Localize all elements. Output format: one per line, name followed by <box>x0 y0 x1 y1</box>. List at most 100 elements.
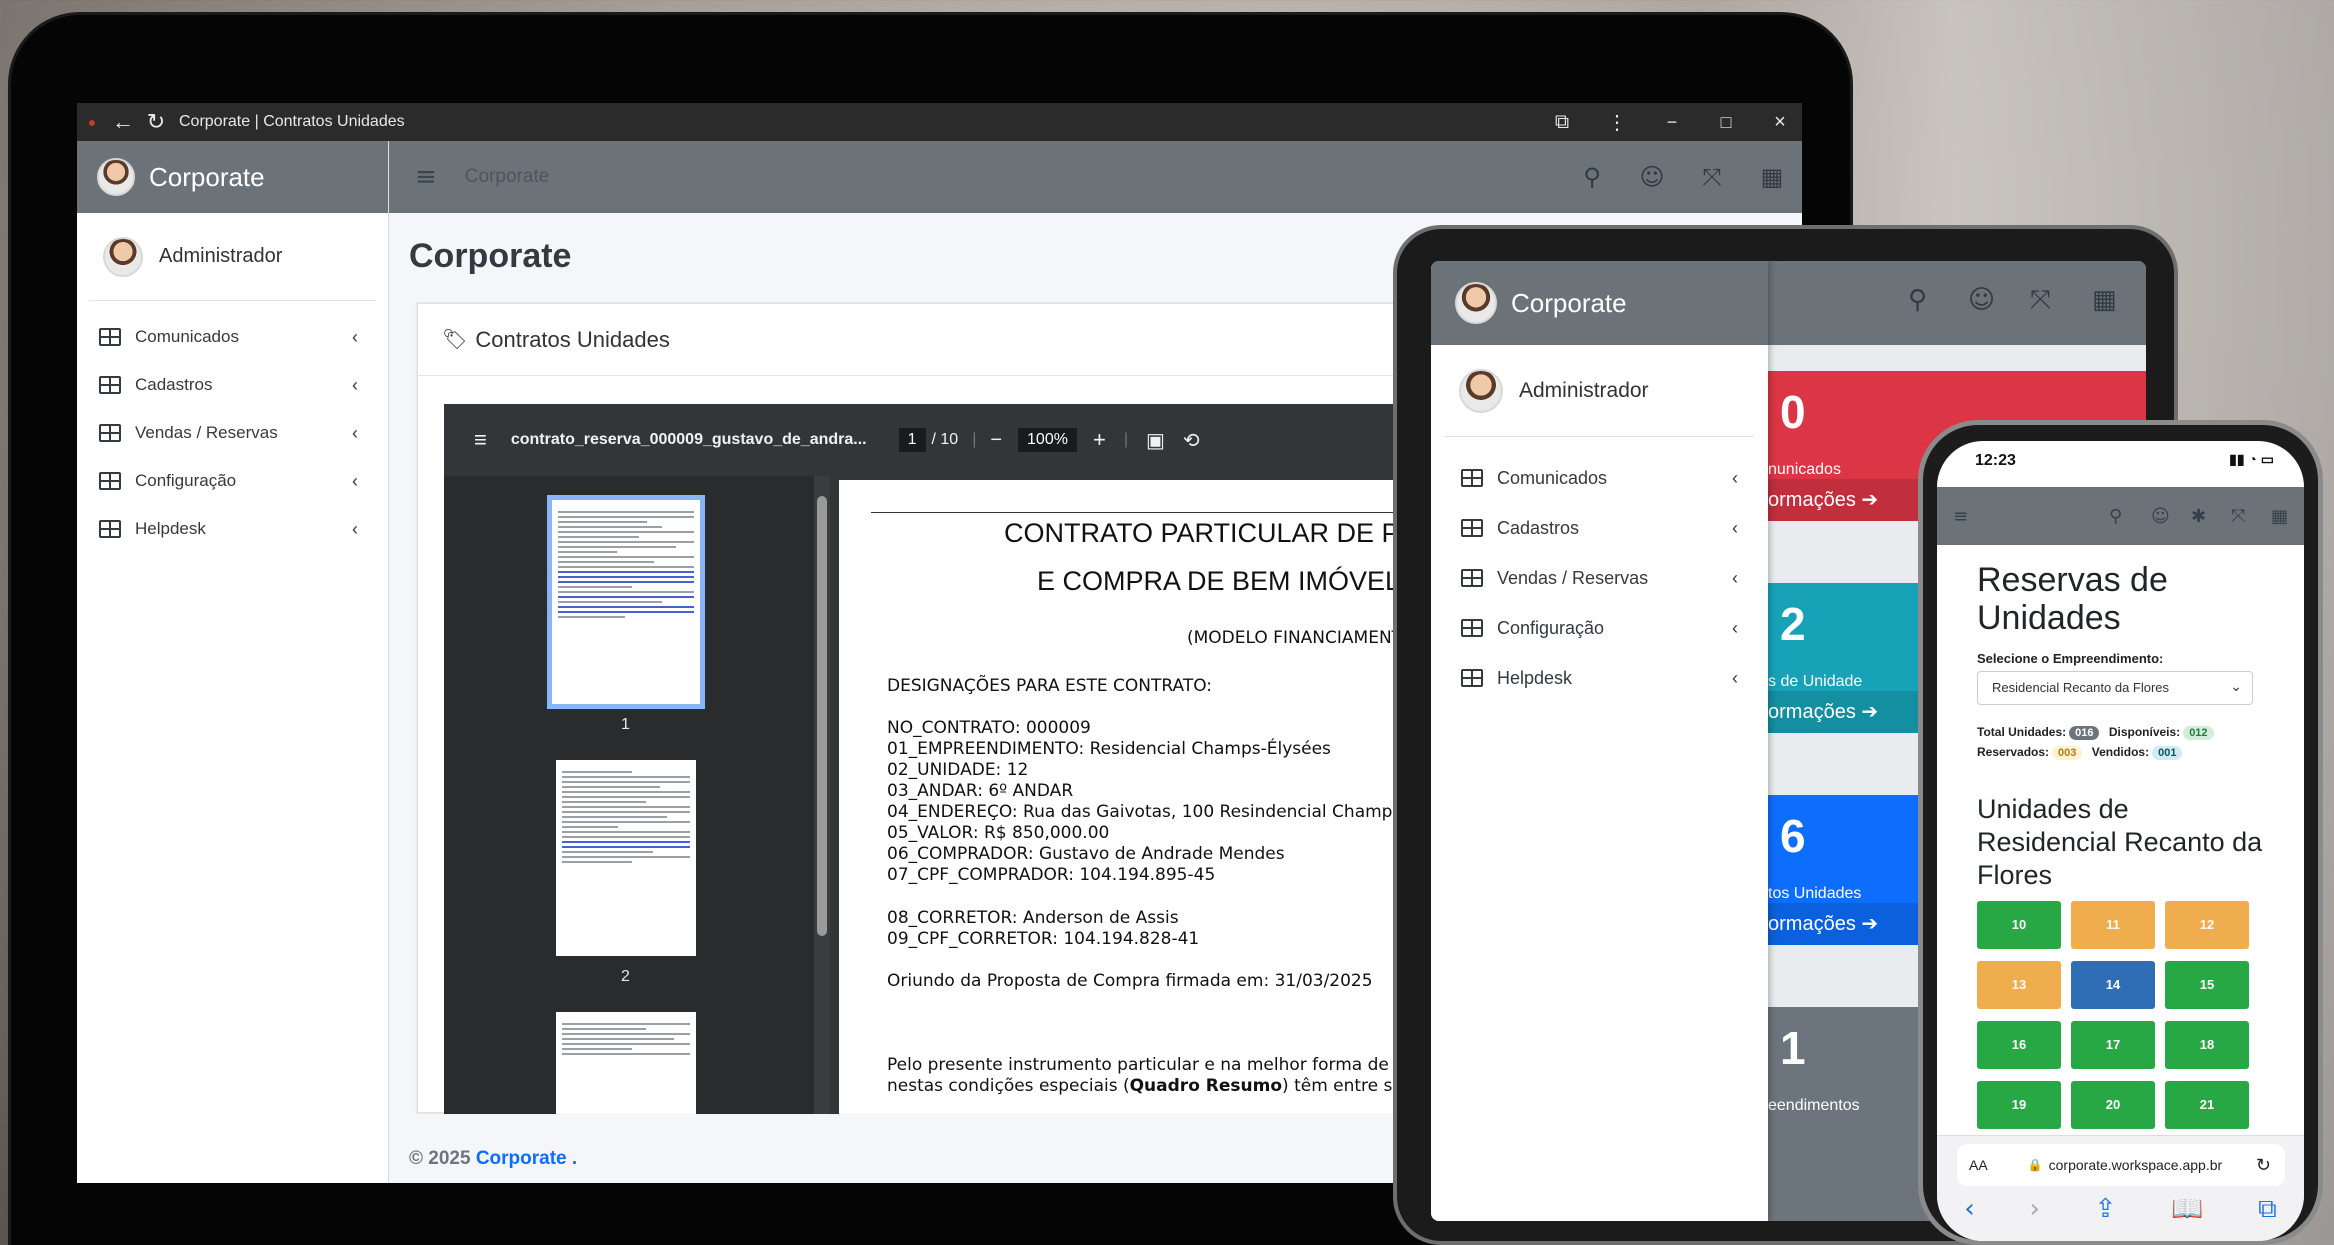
unit-tile[interactable]: 13 <box>1977 961 2061 1009</box>
address-bar[interactable]: AA 🔒 corporate.workspace.app.br ↻ <box>1957 1144 2285 1186</box>
unit-tile[interactable]: 15 <box>2165 961 2249 1009</box>
unit-tile[interactable]: 14 <box>2071 961 2155 1009</box>
sidebar-item-cadastros[interactable]: Cadastros ‹ <box>77 361 388 409</box>
search-icon[interactable]: ⚲ <box>1908 285 1927 315</box>
empreendimento-select[interactable]: Residencial Recanto da Flores ⌄ <box>1977 671 2253 705</box>
doc-field: 01_EMPREENDIMENTO: Residencial Champs-Él… <box>887 739 1331 759</box>
chevron-left-icon: ‹ <box>1732 667 1738 688</box>
doc-field: 04_ENDEREÇO: Rua das Gaivotas, 100 Resin… <box>887 802 1408 822</box>
sidebar-item-helpdesk[interactable]: Helpdesk ‹ <box>1431 653 1768 703</box>
zoom-out-icon[interactable]: − <box>990 429 1002 452</box>
tile-number: 2 <box>1780 598 1806 650</box>
sidebar-item-vendas-reservas[interactable]: Vendas / Reservas ‹ <box>1431 553 1768 603</box>
unit-tile[interactable]: 21 <box>2165 1081 2249 1129</box>
user-icon[interactable]: ☺ <box>2151 506 2170 527</box>
tag-icon: 🏷 <box>442 329 468 351</box>
zoom-in-icon[interactable]: + <box>1093 427 1106 453</box>
more-menu-icon[interactable]: ⋮ <box>1602 110 1632 135</box>
sidebar-item-configuracao[interactable]: Configuração ‹ <box>1431 603 1768 653</box>
reload-icon[interactable]: ↻ <box>2256 1155 2271 1176</box>
sidebar-item-label: Comunicados <box>1497 467 1608 488</box>
sidebar-item-comunicados[interactable]: Comunicados ‹ <box>1431 453 1768 503</box>
fullscreen-icon[interactable]: ⤧ <box>2030 285 2051 316</box>
rotate-icon[interactable]: ⟲ <box>1183 428 1200 453</box>
stats-row-1: Total Unidades: 016 Disponíveis: 012 <box>1977 725 2220 740</box>
close-icon[interactable]: × <box>1765 111 1795 134</box>
sidebar-item-configuracao[interactable]: Configuração ‹ <box>77 457 388 505</box>
tile-label: eendimentos <box>1768 1097 1860 1114</box>
back-arrow-icon[interactable]: ← <box>107 109 139 135</box>
pdf-menu-icon[interactable]: ≡ <box>474 427 487 453</box>
apps-grid-icon[interactable]: ▦ <box>1742 163 1802 191</box>
chevron-left-icon: ‹ <box>352 518 358 539</box>
user-panel[interactable]: Administrador <box>1445 345 1754 437</box>
table-icon <box>1461 519 1483 537</box>
user-icon[interactable]: ☺ <box>1968 285 1995 315</box>
sidebar-brand[interactable]: Corporate <box>1431 261 1768 345</box>
brand-logo <box>97 158 135 196</box>
chevron-left-icon: ‹ <box>1732 517 1738 538</box>
footer-brand-link[interactable]: Corporate <box>476 1148 567 1169</box>
search-icon[interactable]: ⚲ <box>1562 163 1622 191</box>
pdf-thumbnail-1[interactable] <box>547 495 705 709</box>
user-panel[interactable]: Administrador <box>89 213 376 301</box>
table-icon <box>1461 469 1483 487</box>
safari-nav: ‹ › ⇪ 📖 ⧉ <box>1937 1194 2304 1225</box>
apps-grid-icon[interactable]: ▦ <box>2271 506 2288 527</box>
tabs-icon[interactable]: ⧉ <box>2258 1194 2277 1225</box>
tile-more-label: ormações <box>1768 489 1856 511</box>
sidebar-item-vendas-reservas[interactable]: Vendas / Reservas ‹ <box>77 409 388 457</box>
sidebar-item-label: Vendas / Reservas <box>1497 567 1649 588</box>
minimize-icon[interactable]: − <box>1657 112 1687 133</box>
fullscreen-icon[interactable]: ⤧ <box>1682 163 1742 191</box>
fit-page-icon[interactable]: ▣ <box>1146 428 1165 453</box>
pdf-zoom-input[interactable]: 100% <box>1018 428 1077 452</box>
table-icon <box>99 328 121 346</box>
pdf-thumbnail-3[interactable] <box>556 1012 696 1114</box>
bookmarks-icon[interactable]: 📖 <box>2171 1194 2203 1225</box>
sidebar-item-label: Configuração <box>135 471 237 490</box>
phone-content: Reservas de Unidades Selecione o Empreen… <box>1937 545 2304 1135</box>
maximize-icon[interactable]: □ <box>1711 112 1741 133</box>
extensions-icon[interactable]: ⧉ <box>1547 111 1577 134</box>
unit-tile[interactable]: 12 <box>2165 901 2249 949</box>
pdf-page-input[interactable]: 1 <box>898 428 926 452</box>
search-icon[interactable]: ⚲ <box>2109 506 2122 527</box>
thumbnail-label: 2 <box>621 968 630 985</box>
doc-model: (MODELO FINANCIAMENTO <box>1187 628 1416 648</box>
thumbnail-scrollbar[interactable] <box>814 476 830 1114</box>
unit-tile[interactable]: 16 <box>1977 1021 2061 1069</box>
doc-field: 07_CPF_COMPRADOR: 104.194.895-45 <box>887 865 1216 885</box>
reader-aa-button[interactable]: AA <box>1969 1157 1988 1173</box>
unit-tile[interactable]: 17 <box>2071 1021 2155 1069</box>
doc-field: 03_ANDAR: 6º ANDAR <box>887 781 1074 801</box>
gear-icon[interactable]: ✱ <box>2191 506 2206 527</box>
status-badge: 016 <box>2069 726 2100 740</box>
units-heading: Unidades de Residencial Recanto da Flore… <box>1977 794 2263 890</box>
hamburger-menu-icon[interactable]: ≡ <box>415 162 437 192</box>
apps-grid-icon[interactable]: ▦ <box>2092 285 2117 315</box>
chevron-down-icon: ⌄ <box>2230 678 2242 694</box>
hamburger-menu-icon[interactable]: ≡ <box>1953 506 1968 527</box>
sidebar-item-comunicados[interactable]: Comunicados ‹ <box>77 313 388 361</box>
phone-status-bar: 12:23 ▮▮ ◔ ▭ <box>1937 441 2304 481</box>
forward-arrow-icon[interactable]: › <box>2029 1194 2039 1225</box>
reload-icon[interactable]: ↻ <box>139 109 173 135</box>
unit-tile[interactable]: 18 <box>2165 1021 2249 1069</box>
sidebar-item-helpdesk[interactable]: Helpdesk ‹ <box>77 505 388 553</box>
sidebar-item-label: Vendas / Reservas <box>135 423 278 442</box>
back-arrow-icon[interactable]: ‹ <box>1964 1194 1974 1225</box>
unit-tile[interactable]: 19 <box>1977 1081 2061 1129</box>
unit-tile[interactable]: 20 <box>2071 1081 2155 1129</box>
chevron-left-icon: ‹ <box>1732 567 1738 588</box>
sidebar-brand[interactable]: Corporate <box>77 141 388 213</box>
table-icon <box>99 376 121 394</box>
sidebar-item-cadastros[interactable]: Cadastros ‹ <box>1431 503 1768 553</box>
unit-tile[interactable]: 11 <box>2071 901 2155 949</box>
user-icon[interactable]: ☺ <box>1622 163 1682 191</box>
sidebar-menu: Comunicados ‹ Cadastros ‹ Vendas / Reserva… <box>77 301 388 553</box>
pdf-thumbnail-2[interactable] <box>556 760 696 956</box>
unit-tile[interactable]: 10 <box>1977 901 2061 949</box>
fullscreen-icon[interactable]: ⤧ <box>2231 506 2245 527</box>
share-icon[interactable]: ⇪ <box>2095 1194 2117 1225</box>
